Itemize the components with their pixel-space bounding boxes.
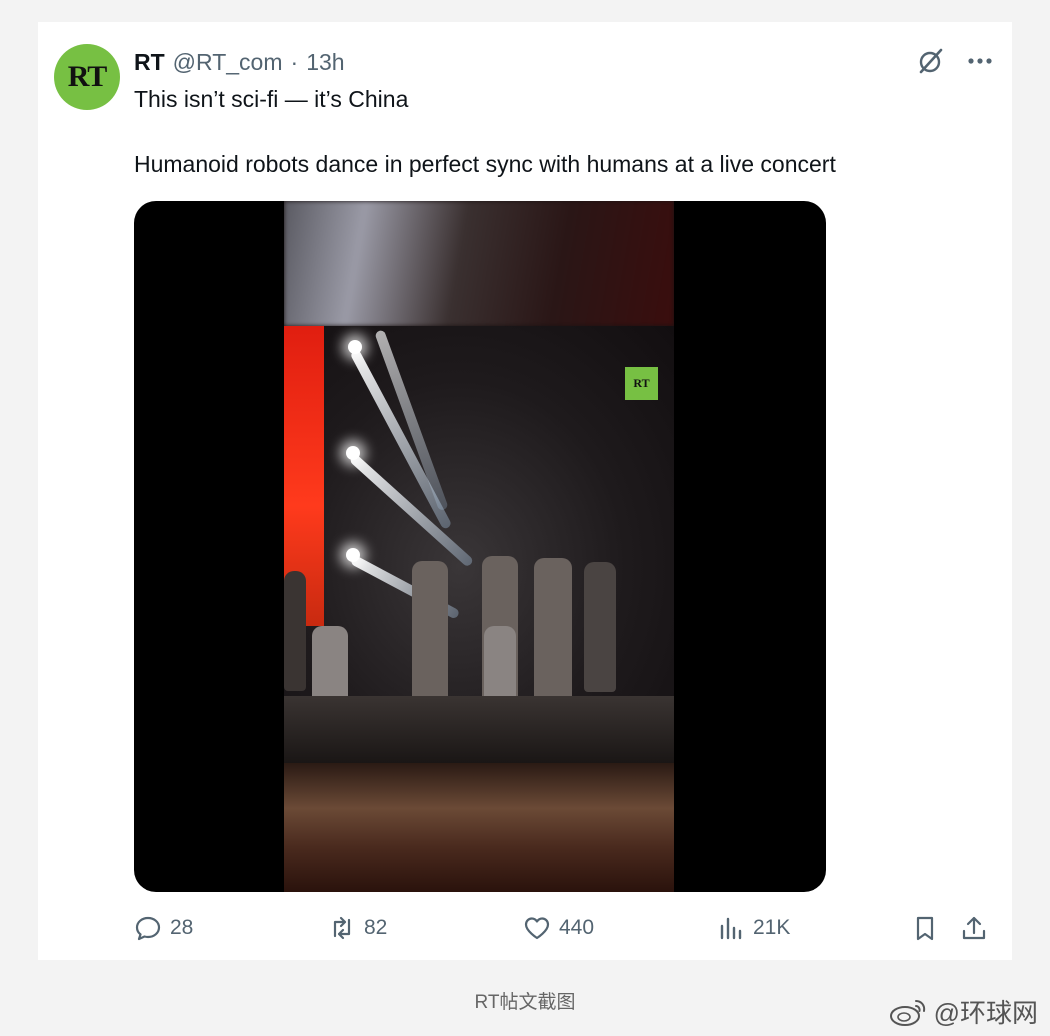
spotlight-flare: [348, 340, 362, 354]
like-count: 440: [559, 916, 595, 939]
spotlight-flare: [346, 548, 360, 562]
author-handle[interactable]: @RT_com: [173, 48, 283, 76]
rt-watermark-logo: RT: [625, 367, 658, 400]
video-blur-bottom: [284, 763, 674, 892]
views-icon: [720, 917, 742, 940]
weibo-icon: [889, 999, 925, 1026]
tweet-header: RT @RT_com · 13h: [134, 48, 345, 76]
watermark-text: @环球网: [933, 998, 1038, 1028]
more-icon[interactable]: [966, 47, 994, 75]
views-count: 21K: [753, 916, 791, 939]
video-blur-top: [284, 201, 674, 326]
views-button[interactable]: 21K: [717, 914, 790, 942]
separator-dot: ·: [290, 49, 299, 75]
grok-icon[interactable]: [916, 46, 946, 76]
dancer-figure: [284, 571, 306, 691]
video-frame: RT: [284, 201, 674, 892]
action-bar: 28 82 440 21K: [134, 914, 996, 948]
robot-figure: [484, 626, 516, 706]
video-player[interactable]: RT: [134, 201, 826, 892]
tweet-card: RT RT @RT_com · 13h This isn’t sci-fi — …: [38, 22, 1012, 960]
share-icon: [962, 916, 986, 940]
spotlight-flare: [346, 446, 360, 460]
like-icon: [524, 917, 550, 940]
repost-button[interactable]: 82: [328, 914, 387, 942]
source-watermark: @环球网: [888, 993, 1038, 1030]
share-button[interactable]: [960, 914, 988, 942]
top-actions: [916, 46, 994, 76]
like-button[interactable]: 440: [523, 914, 594, 942]
post-time[interactable]: 13h: [306, 48, 344, 76]
author-name[interactable]: RT: [134, 48, 165, 76]
dancer-figure: [412, 561, 448, 701]
dancer-figure: [584, 562, 616, 692]
concert-scene: RT: [284, 326, 674, 763]
reply-icon: [135, 916, 161, 941]
tweet-text-line1: This isn’t sci-fi — it’s China: [134, 86, 409, 112]
tweet-text-line2: Humanoid robots dance in perfect sync wi…: [134, 151, 836, 177]
bookmark-button[interactable]: [911, 914, 939, 942]
rt-badge-text: RT: [633, 376, 650, 390]
reply-button[interactable]: 28: [134, 914, 193, 942]
reply-count: 28: [170, 916, 194, 939]
robot-figure: [312, 626, 348, 706]
repost-count: 82: [364, 916, 388, 939]
avatar-logo-text: RT: [67, 60, 108, 93]
repost-icon: [333, 916, 351, 940]
stage-floor: [284, 696, 674, 763]
bookmark-icon: [916, 916, 934, 941]
dancer-figure: [534, 558, 572, 706]
avatar[interactable]: RT: [54, 44, 120, 110]
